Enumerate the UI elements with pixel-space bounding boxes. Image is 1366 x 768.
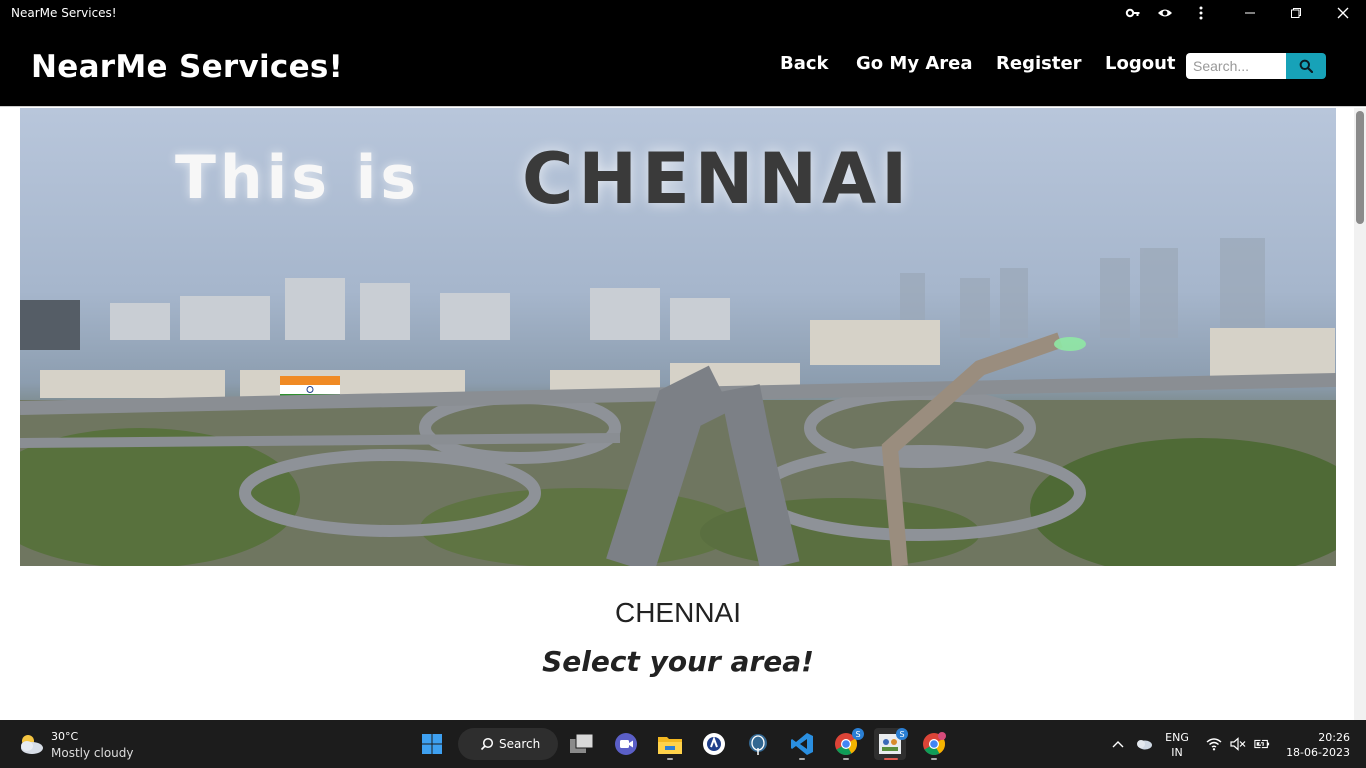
- file-explorer-icon[interactable]: [654, 728, 686, 760]
- scrollbar-thumb[interactable]: [1356, 111, 1364, 224]
- running-indicator: [931, 758, 937, 760]
- running-indicator: [667, 758, 673, 760]
- azure-data-studio-icon[interactable]: [698, 728, 730, 760]
- window-title: NearMe Services!: [11, 6, 117, 20]
- chrome-icon[interactable]: S: [830, 728, 864, 760]
- nearme-app-icon[interactable]: S: [874, 728, 908, 760]
- nav-register-link[interactable]: Register: [996, 53, 1082, 74]
- input-language-indicator[interactable]: ENG IN: [1162, 730, 1192, 760]
- language-code: ENG: [1165, 731, 1189, 744]
- active-indicator: [884, 758, 898, 760]
- search-input[interactable]: [1186, 53, 1286, 79]
- postgresql-icon[interactable]: [742, 728, 774, 760]
- minimize-icon[interactable]: [1240, 3, 1260, 23]
- restore-icon[interactable]: [1286, 3, 1306, 23]
- hero-banner: This is CHENNAI: [20, 108, 1336, 566]
- brand-logo[interactable]: NearMe Services!: [31, 49, 343, 85]
- taskbar-search-label: Search: [499, 737, 541, 751]
- region-code: IN: [1171, 746, 1183, 759]
- volume-muted-icon[interactable]: [1230, 736, 1246, 752]
- running-indicator: [843, 758, 849, 760]
- weather-cloud-icon[interactable]: [16, 732, 46, 756]
- search-button[interactable]: [1286, 53, 1326, 79]
- eye-icon[interactable]: [1155, 3, 1175, 23]
- select-area-heading: Select your area!: [542, 645, 814, 678]
- key-icon[interactable]: [1123, 3, 1143, 23]
- page-scrollbar[interactable]: [1354, 108, 1366, 720]
- weather-temperature[interactable]: 30°C: [51, 730, 78, 743]
- nav-back-link[interactable]: Back: [780, 53, 829, 74]
- nav-logout-link[interactable]: Logout: [1105, 53, 1176, 74]
- profile-badge: S: [896, 728, 908, 740]
- search-icon: [480, 737, 494, 751]
- vscode-icon[interactable]: [786, 728, 818, 760]
- clock-date: 18-06-2023: [1286, 746, 1350, 759]
- close-icon[interactable]: [1333, 3, 1353, 23]
- wifi-icon[interactable]: [1206, 736, 1222, 752]
- hero-title-this-is: This is: [175, 143, 421, 213]
- profile-badge: S: [852, 728, 864, 740]
- weather-description[interactable]: Mostly cloudy: [51, 746, 134, 760]
- clock-time: 20:26: [1318, 731, 1350, 744]
- windows-start-icon[interactable]: [416, 728, 448, 760]
- navbar-divider: [0, 106, 1366, 107]
- taskbar: 30°C Mostly cloudy Search S S ENG IN 20:…: [0, 720, 1366, 768]
- battery-charging-icon[interactable]: [1254, 736, 1270, 752]
- taskbar-clock[interactable]: 20:26 18-06-2023: [1270, 730, 1350, 760]
- running-indicator: [799, 758, 805, 760]
- task-view-icon[interactable]: [566, 728, 598, 760]
- nav-my-area-link[interactable]: Go My Area: [856, 53, 972, 74]
- teams-meet-icon[interactable]: [610, 728, 642, 760]
- search-icon: [1299, 59, 1313, 73]
- taskbar-search-button[interactable]: Search: [458, 728, 558, 760]
- city-heading: CHENNAI: [614, 597, 741, 628]
- hero-title-city: CHENNAI: [522, 138, 913, 220]
- navbar: NearMe Services! Back Go My Area Registe…: [0, 25, 1366, 106]
- more-options-icon[interactable]: [1191, 3, 1211, 23]
- chrome-profile-icon[interactable]: [918, 728, 950, 760]
- window-title-bar: NearMe Services!: [0, 0, 1366, 25]
- chevron-up-icon[interactable]: [1110, 736, 1126, 752]
- onedrive-cloud-icon[interactable]: [1134, 736, 1154, 752]
